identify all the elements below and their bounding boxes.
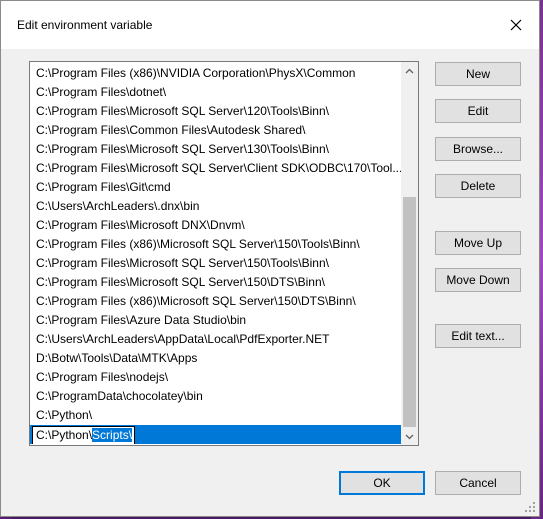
list-item[interactable]: C:\Program Files (x86)\Microsoft SQL Ser… (30, 292, 402, 311)
ok-button[interactable]: OK (339, 471, 425, 495)
delete-button[interactable]: Delete (435, 174, 521, 198)
close-icon (510, 19, 522, 31)
list-item[interactable]: C:\Users\ArchLeaders\.dnx\bin (30, 197, 402, 216)
list-item[interactable]: D:\Botw\Tools\Data\MTK\Apps (30, 349, 402, 368)
edit-environment-variable-dialog: Edit environment variable C:\Program Fil… (0, 0, 540, 517)
cancel-button[interactable]: Cancel (435, 471, 521, 495)
list-item[interactable]: C:\Program Files\Microsoft DNX\Dnvm\ (30, 216, 402, 235)
vertical-scrollbar[interactable] (401, 62, 418, 445)
window-title: Edit environment variable (17, 18, 153, 32)
list-item[interactable]: C:\Program Files\Microsoft SQL Server\13… (30, 140, 402, 159)
list-item[interactable]: C:\Program Files (x86)\NVIDIA Corporatio… (30, 64, 402, 83)
move-up-button[interactable]: Move Up (435, 231, 521, 255)
list-item[interactable]: C:\Program Files\Microsoft SQL Server\15… (30, 254, 402, 273)
browse-button[interactable]: Browse... (435, 137, 521, 161)
list-item[interactable]: C:\Python\ (30, 406, 402, 425)
resize-grip-icon[interactable] (525, 502, 535, 512)
edit-text-prefix: C:\Python\ (36, 428, 93, 442)
list-item[interactable]: C:\Program Files\nodejs\ (30, 368, 402, 387)
list-item[interactable]: C:\Users\ArchLeaders\AppData\Local\PdfEx… (30, 330, 402, 349)
title-bar[interactable]: Edit environment variable (1, 1, 539, 49)
list-item[interactable]: C:\Program Files\Git\cmd (30, 178, 402, 197)
list-item[interactable]: C:\Program Files\Microsoft SQL Server\12… (30, 102, 402, 121)
close-button[interactable] (493, 1, 539, 49)
path-list-items: C:\Program Files (x86)\NVIDIA Corporatio… (30, 64, 402, 444)
move-down-button[interactable]: Move Down (435, 268, 521, 292)
scroll-up-button[interactable] (401, 62, 418, 79)
list-item[interactable]: C:\Program Files (x86)\Microsoft SQL Ser… (30, 235, 402, 254)
new-button[interactable]: New (435, 62, 521, 86)
list-item[interactable]: C:\ProgramData\chocolatey\bin (30, 387, 402, 406)
path-list[interactable]: C:\Program Files (x86)\NVIDIA Corporatio… (29, 61, 419, 446)
path-edit-input[interactable]: C:\Python\Scripts\ (32, 426, 136, 444)
scroll-down-button[interactable] (401, 428, 418, 445)
edit-text-button[interactable]: Edit text... (435, 324, 521, 348)
chevron-down-icon (405, 434, 414, 439)
list-item[interactable]: C:\Program Files\Microsoft SQL Server\15… (30, 273, 402, 292)
edit-text-selection: Scripts\ (92, 428, 133, 442)
list-item[interactable]: C:\Program Files\Common Files\Autodesk S… (30, 121, 402, 140)
edit-button[interactable]: Edit (435, 99, 521, 123)
chevron-up-icon (405, 68, 414, 73)
list-item-editing[interactable]: C:\Python\Scripts\ (30, 425, 402, 444)
list-item[interactable]: C:\Program Files\Azure Data Studio\bin (30, 311, 402, 330)
list-item[interactable]: C:\Program Files\dotnet\ (30, 83, 402, 102)
list-item[interactable]: C:\Program Files\Microsoft SQL Server\Cl… (30, 159, 402, 178)
scrollbar-thumb[interactable] (403, 197, 416, 427)
